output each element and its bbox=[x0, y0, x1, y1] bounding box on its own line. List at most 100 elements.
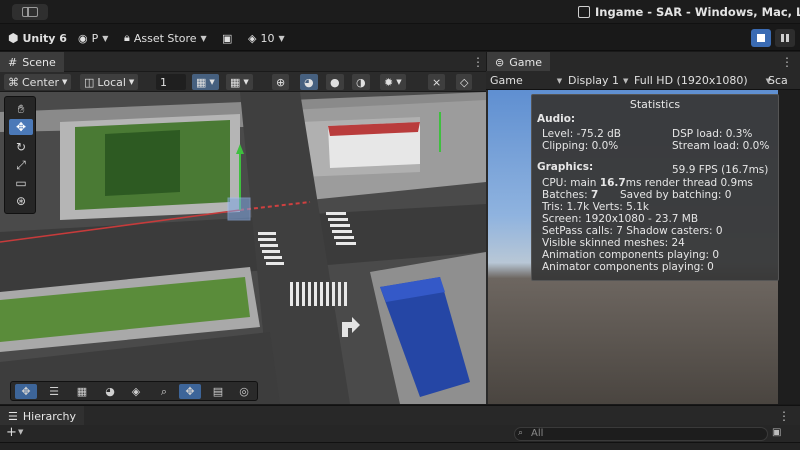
move-overlay-icon[interactable]: ✥ bbox=[15, 384, 37, 399]
compass-icon[interactable]: ◎ bbox=[233, 384, 255, 399]
cube-icon: ◫ bbox=[84, 75, 95, 89]
unity-app-icon bbox=[578, 6, 590, 18]
display-dropdown[interactable]: Display 1 ▼ bbox=[568, 73, 628, 88]
scene-toolbar: ⌘ Center ▼ ◫ Local ▼ 1 ▦ ▼ ▦ ▼ ⊕ ◕ ● ◑ ✹ ▼ … bbox=[0, 72, 486, 92]
saved-by-batching: Saved by batching: 0 bbox=[620, 189, 732, 201]
search-icon[interactable]: ⌕ bbox=[153, 384, 175, 399]
unity-account-button[interactable]: ⬢ Unity 6 bbox=[8, 30, 67, 46]
hierarchy-list bbox=[0, 443, 800, 450]
tab-game[interactable]: ⊜ Game bbox=[487, 52, 550, 72]
game-tabbar: ⊜ Game ⋮ bbox=[487, 52, 800, 72]
chevron-down-icon: ▼ bbox=[209, 78, 215, 86]
effects-dropdown[interactable]: ✹ ▼ bbox=[380, 74, 406, 90]
gizmos-button[interactable]: ◇ bbox=[456, 74, 473, 90]
game-mode-dropdown[interactable]: Game ▼ bbox=[490, 73, 562, 88]
grid-visibility-button[interactable]: ▦ ▼ bbox=[226, 74, 253, 90]
grid-size-input[interactable]: 1 bbox=[156, 74, 186, 90]
grid-overlay-icon[interactable]: ▦ bbox=[71, 384, 93, 399]
game-right-gutter bbox=[778, 90, 800, 404]
cpu-prefix: CPU: main bbox=[542, 177, 597, 189]
tab-scene[interactable]: # Scene bbox=[0, 52, 64, 72]
gamepad-icon: ⊜ bbox=[495, 55, 505, 69]
sun-icon: ✹ bbox=[384, 75, 394, 89]
pause-button[interactable] bbox=[775, 29, 795, 47]
sidebar-icon bbox=[22, 7, 38, 17]
sphere-icon: ◕ bbox=[304, 75, 314, 89]
display-label: Display 1 bbox=[568, 74, 620, 87]
pivot-label: Center bbox=[22, 75, 60, 89]
stop-icon bbox=[757, 34, 765, 42]
audio-level: Level: -75.2 dB bbox=[542, 128, 621, 140]
chevron-down-icon: ▼ bbox=[278, 33, 285, 43]
bag-icon: 🔒︎ bbox=[124, 31, 130, 44]
rotate-tool-icon[interactable]: ↻ bbox=[9, 139, 33, 155]
grid-snap-button[interactable]: ▦ ▼ bbox=[192, 74, 219, 90]
account-dropdown[interactable]: ◉ P ▼ bbox=[78, 30, 108, 46]
hand-tool-icon[interactable]: ✋︎ bbox=[9, 101, 33, 117]
scene-render bbox=[0, 92, 486, 404]
screen-readout: Screen: 1920x1080 - 23.7 MB bbox=[542, 213, 699, 225]
main-toolbar: ⬢ Unity 6 ◉ P ▼ 🔒︎ Asset Store ▼ ▣ ◈ 10 … bbox=[0, 25, 800, 51]
transform-tool-icon[interactable]: ⊛ bbox=[9, 193, 33, 209]
hierarchy-tabbar: ☰ Hierarchy ⋮ bbox=[0, 405, 800, 426]
animation-components: Animation components playing: 0 bbox=[542, 249, 720, 261]
scene-overlay-toolbar: ✥ ☰ ▦ ◕ ◈ ⌕ ✥ ▤ ◎ bbox=[10, 381, 258, 401]
package-button[interactable]: ▣ bbox=[222, 30, 232, 46]
scene-viewport[interactable] bbox=[0, 92, 486, 404]
lit-mode-button[interactable]: ● bbox=[326, 74, 344, 90]
pivot-dropdown[interactable]: ⌘ Center ▼ bbox=[4, 74, 72, 90]
account-label: P bbox=[91, 31, 99, 45]
transform-overlay-icon[interactable]: ✥ bbox=[179, 384, 201, 399]
asset-store-label: Asset Store bbox=[133, 31, 197, 45]
resolution-dropdown[interactable]: Full HD (1920x1080) ▼ bbox=[634, 73, 771, 88]
scale-slider-label[interactable]: Sca bbox=[768, 73, 788, 88]
game-left-border bbox=[486, 90, 488, 404]
audio-clipping: Clipping: 0.0% bbox=[542, 140, 619, 152]
space-dropdown[interactable]: ◫ Local ▼ bbox=[80, 74, 139, 90]
cpu-main-ms: 16.7 bbox=[599, 177, 626, 189]
audio-header: Audio: bbox=[537, 113, 576, 125]
chevron-down-icon: ▼ bbox=[102, 33, 109, 43]
window-titlebar: Ingame - SAR - Windows, Mac, Linux bbox=[0, 0, 800, 24]
batches-readout: Batches: 7 bbox=[542, 189, 598, 201]
mute-icon: ⨯ bbox=[432, 75, 442, 89]
scene-more-icon[interactable]: ⋮ bbox=[472, 55, 484, 69]
chevron-down-icon: ▼ bbox=[556, 76, 563, 85]
tris-verts: Tris: 1.7k Verts: 5.1k bbox=[542, 201, 649, 213]
lighting-toggle[interactable]: ◑ bbox=[352, 74, 370, 90]
draw-mode-button[interactable]: ⊕ bbox=[272, 74, 290, 90]
align-icon[interactable]: ☰ bbox=[43, 384, 65, 399]
rect-tool-icon[interactable]: ▭ bbox=[9, 175, 33, 191]
layers-count: 10 bbox=[260, 31, 275, 45]
hierarchy-more-icon[interactable]: ⋮ bbox=[778, 409, 790, 423]
layers-dropdown[interactable]: ◈ 10 ▼ bbox=[248, 30, 285, 46]
cpu-readout: CPU: main 16.7ms render thread 0.9ms bbox=[542, 177, 753, 189]
search-options-icon[interactable]: ▣ bbox=[772, 427, 781, 438]
sphere-overlay-icon[interactable]: ◕ bbox=[99, 384, 121, 399]
grid-snap-icon: ▦ bbox=[196, 75, 207, 89]
statistics-panel: Statistics Audio: Level: -75.2 dB Clippi… bbox=[531, 94, 779, 281]
probe-icon[interactable]: ◈ bbox=[125, 384, 147, 399]
move-tool-icon[interactable]: ✥ bbox=[9, 119, 33, 135]
chevron-down-icon: ▼ bbox=[200, 33, 207, 43]
scene-tab-label: Scene bbox=[22, 55, 56, 69]
space-label: Local bbox=[97, 75, 126, 89]
add-object-button[interactable]: + bbox=[6, 425, 17, 440]
audio-mute-button[interactable]: ⨯ bbox=[428, 74, 446, 90]
shaded-mode-button[interactable]: ◕ bbox=[300, 74, 318, 90]
chevron-down-icon: ▼ bbox=[62, 78, 68, 86]
game-more-icon[interactable]: ⋮ bbox=[781, 55, 793, 69]
camera-icon[interactable]: ▤ bbox=[207, 384, 229, 399]
hierarchy-search-input[interactable]: All bbox=[514, 427, 768, 441]
tab-hierarchy[interactable]: ☰ Hierarchy bbox=[0, 406, 85, 426]
sidebar-toggle-button[interactable] bbox=[12, 4, 48, 20]
game-toolbar: Game ▼ Display 1 ▼ Full HD (1920x1080) ▼… bbox=[486, 71, 800, 90]
dsp-load: DSP load: 0.3% bbox=[672, 128, 753, 140]
package-icon: ▣ bbox=[222, 31, 233, 45]
list-icon: ☰ bbox=[8, 409, 18, 423]
hierarchy-tab-label: Hierarchy bbox=[22, 409, 77, 423]
asset-store-dropdown[interactable]: 🔒︎ Asset Store ▼ bbox=[124, 30, 207, 46]
scale-tool-icon[interactable]: ⤢ bbox=[9, 157, 33, 173]
stop-button[interactable] bbox=[751, 29, 771, 47]
animator-components: Animator components playing: 0 bbox=[542, 261, 714, 273]
